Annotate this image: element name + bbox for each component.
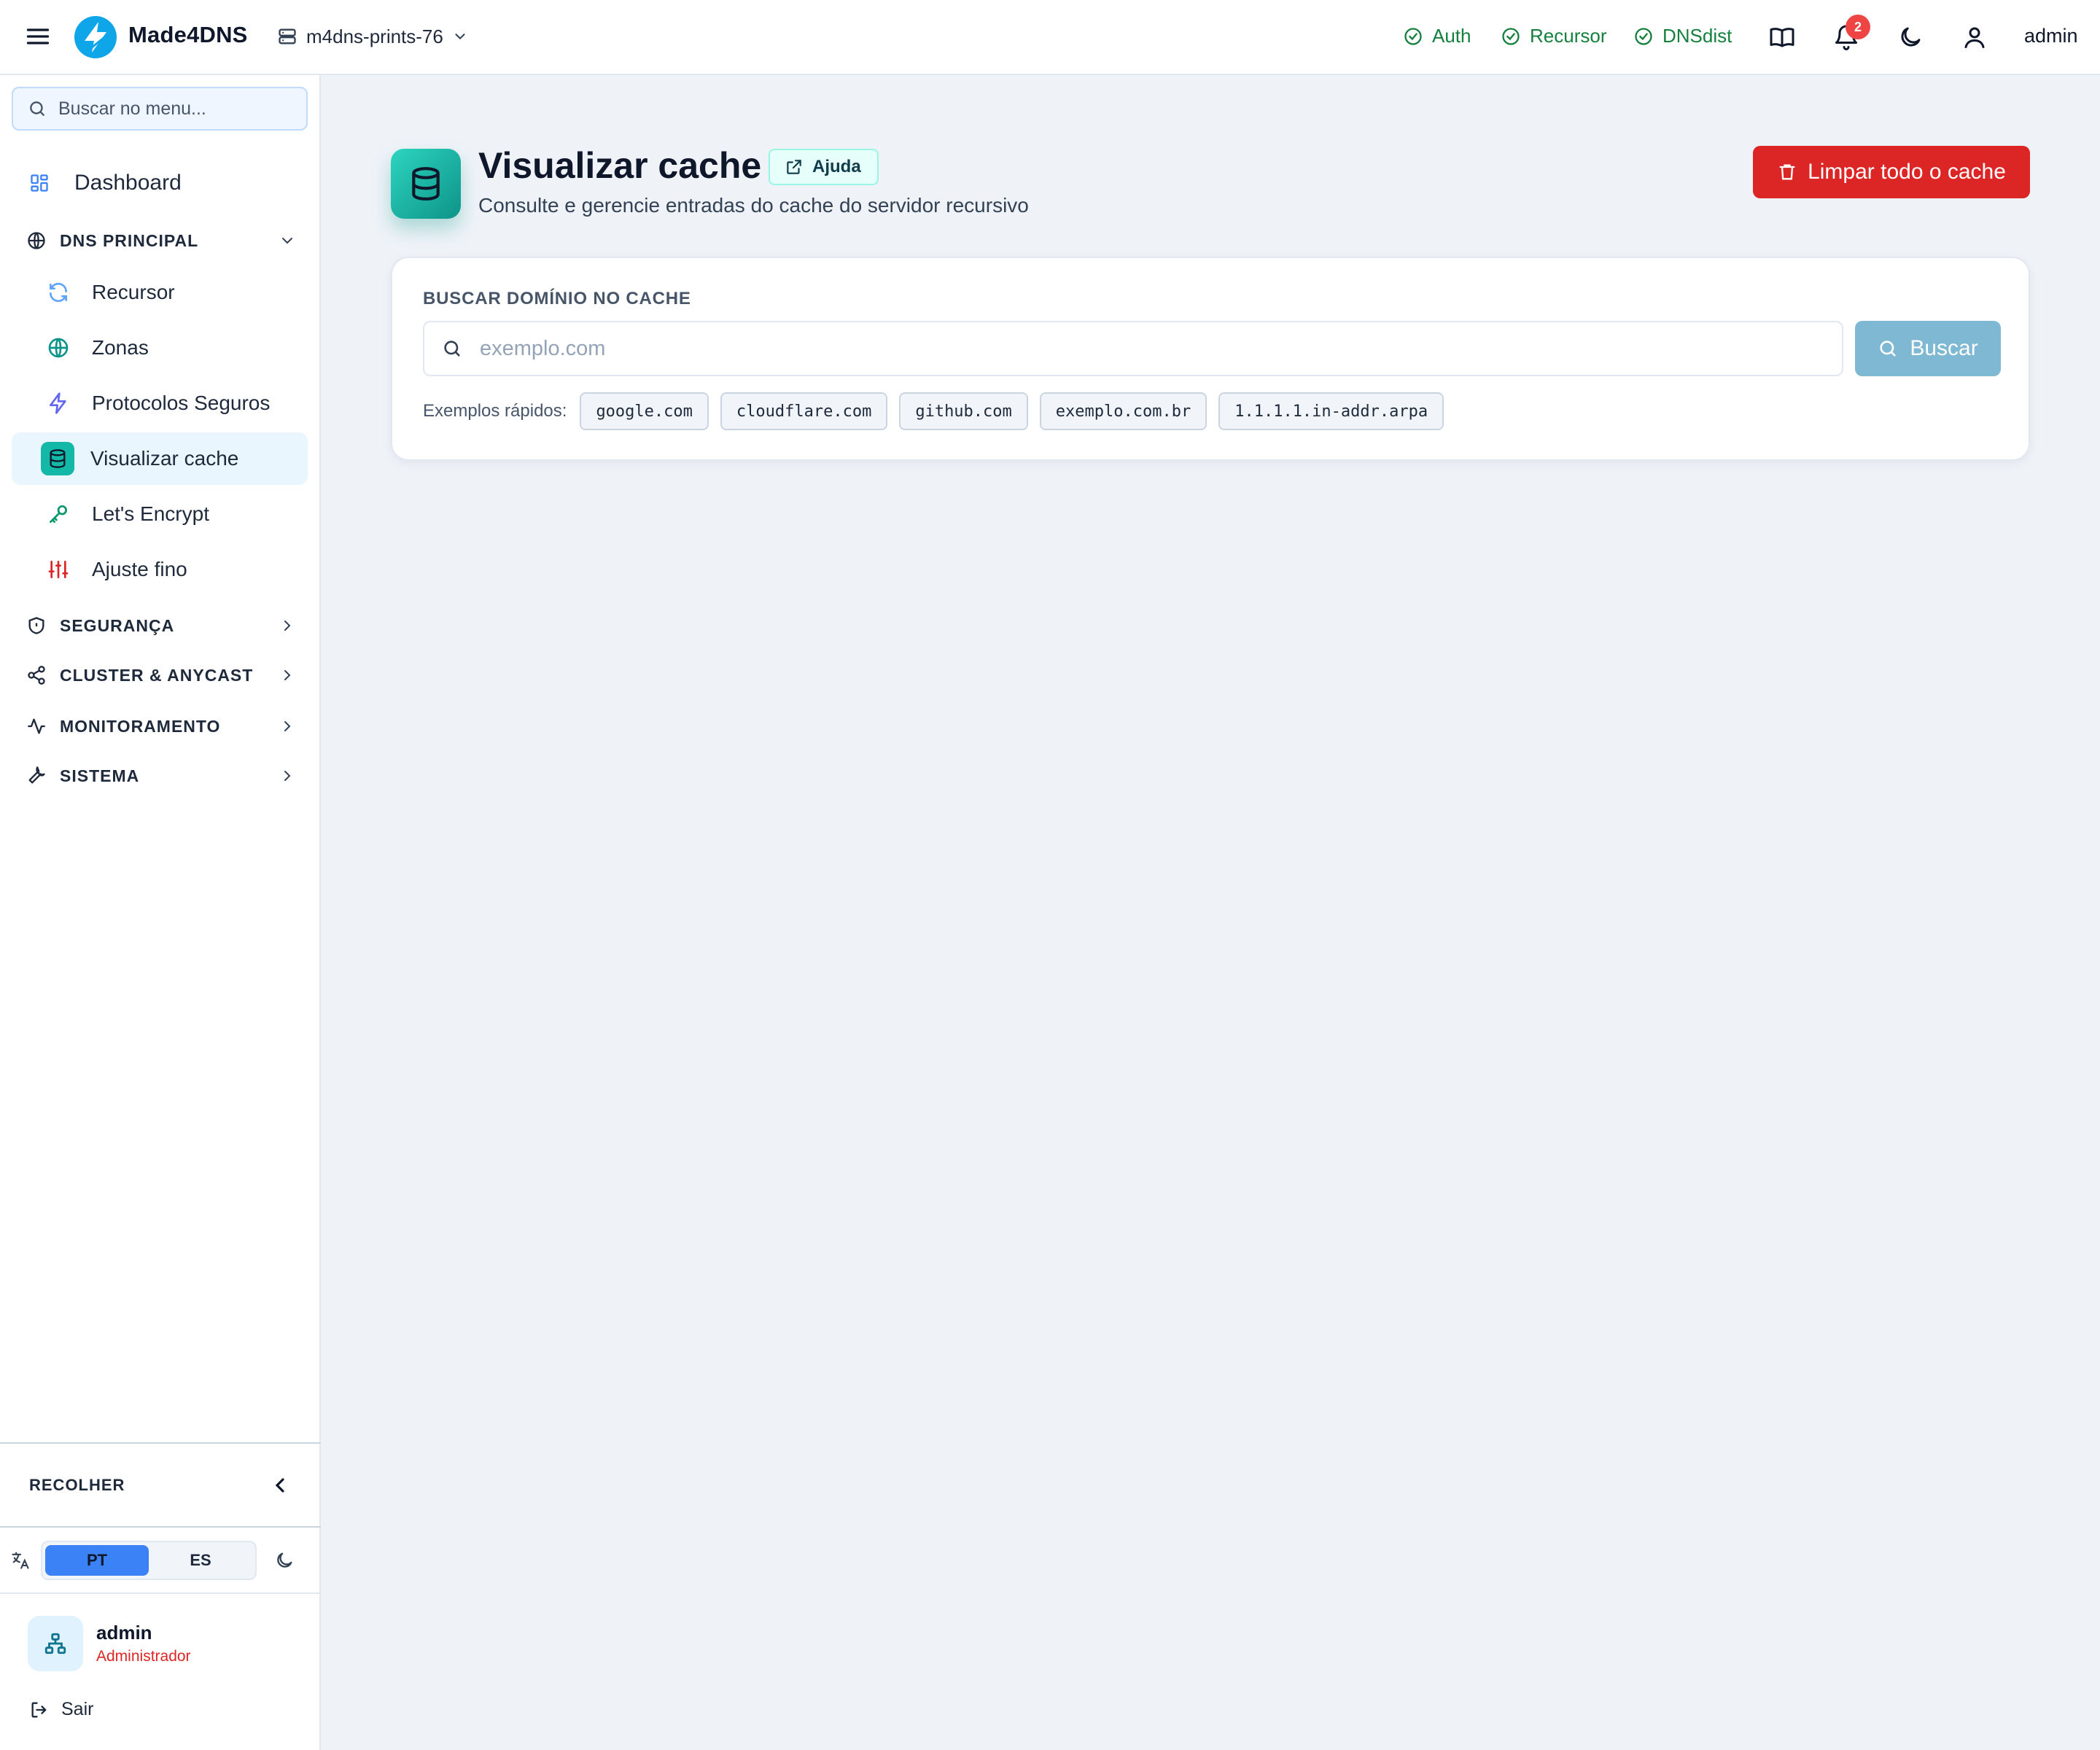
docs-book-icon[interactable] [1769, 24, 1795, 50]
example-chip[interactable]: github.com [899, 392, 1028, 430]
language-switch: PT ES [41, 1541, 257, 1580]
refresh-icon [50, 282, 67, 303]
collapse-sidebar-button[interactable]: RECOLHER [29, 1469, 292, 1501]
chevron-down-icon [282, 238, 292, 244]
search-icon [30, 101, 44, 116]
search-icon [1880, 341, 1896, 357]
globe-icon [28, 232, 45, 249]
activity-icon [28, 718, 45, 734]
logout-icon [31, 1702, 47, 1717]
network-icon [44, 1633, 66, 1654]
profile-role: Administrador [96, 1648, 191, 1665]
translate-icon [12, 1552, 29, 1569]
server-icon [279, 28, 296, 44]
section-seguranca[interactable]: SEGURANÇA [26, 607, 296, 644]
examples-label: Exemplos rápidos: [423, 401, 567, 421]
search-button[interactable]: Buscar [1855, 321, 2001, 376]
database-icon [391, 149, 461, 219]
top-bar: Made4DNS m4dns-prints-76 Auth Recursor D… [0, 0, 2100, 75]
menu-search-input[interactable] [58, 98, 292, 120]
avatar[interactable] [28, 1616, 83, 1671]
sidebar-item-protocolos-seguros[interactable]: Protocolos Seguros [12, 377, 308, 429]
shield-icon [28, 617, 44, 634]
example-chip[interactable]: 1.1.1.1.in-addr.arpa [1218, 392, 1444, 430]
example-chip[interactable]: cloudflare.com [720, 392, 888, 430]
chevron-right-icon [284, 771, 291, 781]
check-circle-icon [1502, 27, 1520, 45]
database-icon [41, 442, 74, 475]
share-icon [28, 666, 45, 685]
example-chip[interactable]: exemplo.com.br [1039, 392, 1208, 430]
status-recursor[interactable]: Recursor [1501, 25, 1606, 47]
section-cluster-anycast[interactable]: CLUSTER & ANYCAST [26, 657, 296, 693]
divider [0, 1442, 321, 1444]
check-circle-icon [1404, 27, 1422, 45]
language-pt-button[interactable]: PT [45, 1545, 149, 1576]
check-circle-icon [1635, 27, 1652, 45]
quick-examples: Exemplos rápidos: google.com cloudflare.… [423, 392, 1455, 430]
logout-button[interactable]: Sair [29, 1699, 93, 1720]
menu-search[interactable] [12, 87, 308, 131]
sidebar-item-ajuste-fino[interactable]: Ajuste fino [12, 543, 308, 596]
chevron-down-icon [455, 34, 465, 40]
wrench-icon [28, 766, 45, 784]
menu-icon[interactable] [25, 23, 51, 50]
sidebar-item-dashboard[interactable]: Dashboard [29, 163, 182, 203]
key-icon [50, 505, 67, 523]
chevron-right-icon [284, 721, 291, 731]
chevron-right-icon [284, 670, 291, 680]
status-dnsdist[interactable]: DNSdist [1633, 25, 1732, 47]
cache-search-card: BUSCAR DOMÍNIO NO CACHE Buscar Exemplos … [391, 257, 2030, 461]
chevron-right-icon [284, 621, 291, 631]
page-subtitle: Consulte e gerencie entradas do cache do… [478, 194, 1029, 217]
external-link-icon [787, 160, 801, 174]
brand-logo[interactable] [74, 16, 117, 58]
trash-icon [1779, 164, 1795, 180]
server-name: m4dns-prints-76 [306, 25, 443, 47]
globe-icon [48, 338, 69, 358]
sidebar: Dashboard DNS PRINCIPAL Recursor Zonas P… [0, 75, 321, 1750]
sliders-icon [48, 561, 69, 578]
divider [0, 1592, 321, 1594]
section-sistema[interactable]: SISTEMA [26, 758, 296, 794]
sidebar-item-lets-encrypt[interactable]: Let's Encrypt [12, 488, 308, 540]
chevron-left-icon [275, 1478, 284, 1493]
server-selector[interactable]: m4dns-prints-76 [277, 20, 468, 52]
page-title: Visualizar cache [478, 145, 762, 186]
clear-cache-button[interactable]: Limpar todo o cache [1753, 146, 2030, 198]
dark-mode-icon[interactable] [274, 1550, 295, 1571]
dashboard-icon [31, 174, 48, 192]
dark-mode-icon[interactable] [1897, 24, 1924, 50]
profile-name: admin [96, 1622, 152, 1644]
sidebar-item-visualizar-cache[interactable]: Visualizar cache [12, 432, 308, 485]
example-chip[interactable]: google.com [580, 392, 709, 430]
bolt-icon [50, 392, 66, 414]
user-menu[interactable]: admin [2024, 25, 2078, 47]
sidebar-item-recursor[interactable]: Recursor [12, 266, 308, 319]
domain-search-field[interactable] [423, 321, 1843, 376]
notification-badge: 2 [1846, 15, 1870, 39]
search-label: BUSCAR DOMÍNIO NO CACHE [423, 289, 691, 308]
user-icon[interactable] [1961, 24, 1988, 50]
language-row: PT ES [10, 1538, 309, 1583]
domain-search-input[interactable] [480, 336, 1792, 361]
language-es-button[interactable]: ES [149, 1545, 252, 1576]
divider [0, 1526, 321, 1528]
sidebar-item-zonas[interactable]: Zonas [12, 322, 308, 374]
brand-name: Made4DNS [128, 22, 248, 47]
status-auth[interactable]: Auth [1403, 25, 1471, 47]
section-monitoramento[interactable]: MONITORAMENTO [26, 708, 296, 744]
help-button[interactable]: Ajuda [769, 149, 879, 185]
search-icon [444, 341, 460, 357]
section-dns-principal[interactable]: DNS PRINCIPAL [26, 222, 296, 259]
